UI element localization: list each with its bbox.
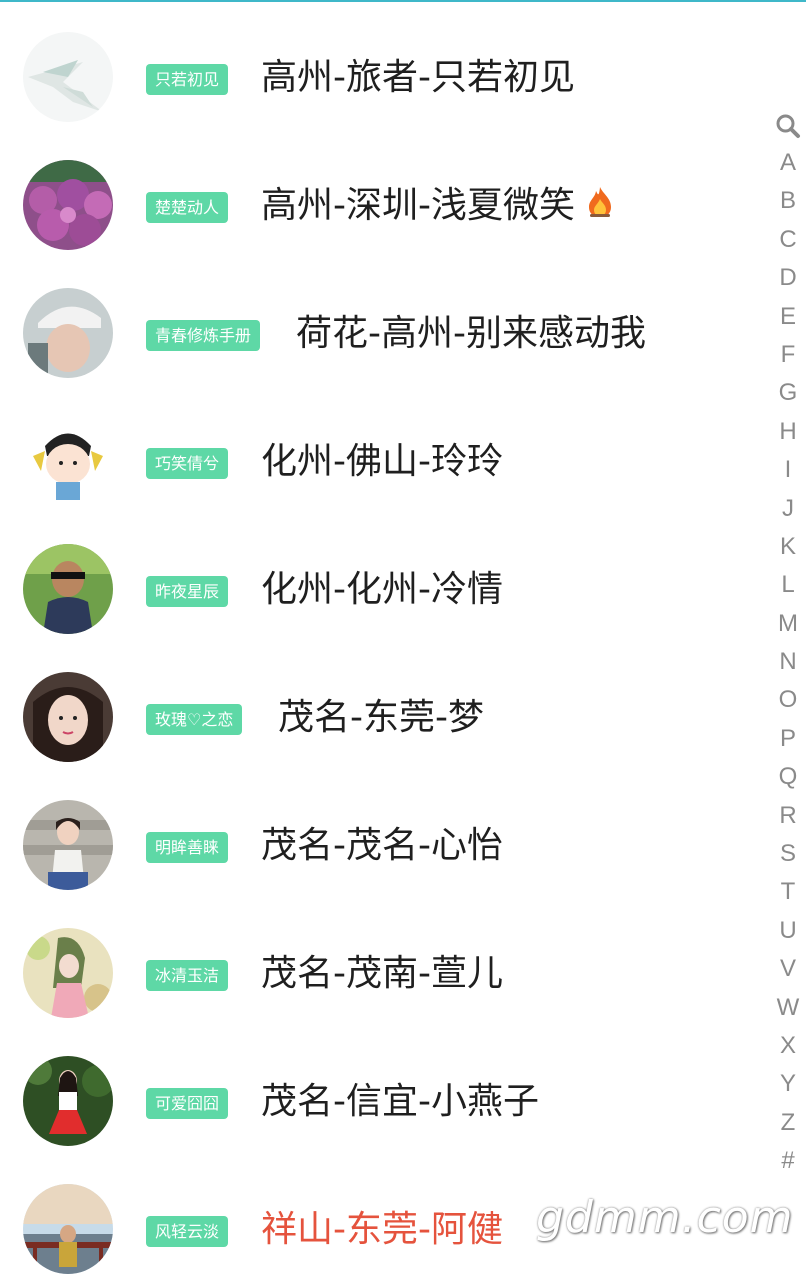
index-letter[interactable]: G [777, 374, 800, 412]
index-letter[interactable]: K [777, 528, 800, 566]
avatar [23, 160, 113, 250]
contact-name: 茂名-信宜-小燕子 [261, 1081, 539, 1122]
contact-name: 祥山-东莞-阿健 [261, 1209, 503, 1250]
contact-name: 化州-佛山-玲玲 [261, 441, 503, 482]
index-letter[interactable]: I [777, 451, 800, 489]
avatar [23, 672, 113, 762]
avatar [23, 800, 113, 890]
contact-name: 高州-深圳-浅夏微笑 [261, 180, 613, 232]
index-letter[interactable]: V [777, 950, 800, 988]
avatar [23, 928, 113, 1018]
index-letter[interactable]: P [777, 720, 800, 758]
index-letter[interactable]: R [777, 797, 800, 835]
nickname-tag: 巧笑倩兮 [146, 448, 229, 479]
nickname-tag: 玫瑰♡之恋 [146, 704, 243, 735]
watermark-text: gdmm.com [536, 1192, 794, 1243]
index-letter[interactable]: Z [777, 1104, 800, 1142]
avatar [23, 1184, 113, 1274]
index-letter[interactable]: U [777, 912, 800, 950]
index-letter[interactable]: B [777, 182, 800, 220]
contact-row[interactable]: 巧笑倩兮 化州-佛山-玲玲 [0, 386, 760, 514]
index-letter[interactable]: T [777, 873, 800, 911]
index-letter[interactable]: J [777, 490, 800, 528]
contact-row[interactable]: 可爱囧囧 茂名-信宜-小燕子 [0, 1026, 760, 1154]
contact-row[interactable]: 玫瑰♡之恋 茂名-东莞-梦 [0, 642, 760, 770]
index-letter[interactable]: # [777, 1142, 800, 1180]
contact-name: 荷花-高州-别来感动我 [296, 313, 646, 354]
index-letter[interactable]: F [777, 336, 800, 374]
nickname-tag: 楚楚动人 [146, 192, 229, 223]
index-letter[interactable]: Y [777, 1065, 800, 1103]
avatar [23, 416, 113, 506]
index-letter[interactable]: X [777, 1027, 800, 1065]
contact-row[interactable]: 明眸善睐 茂名-茂名-心怡 [0, 770, 760, 898]
nickname-tag: 昨夜星辰 [146, 576, 229, 607]
index-letter[interactable]: Q [777, 758, 800, 796]
alphabet-index-bar[interactable]: A B C D E F G H I J K L M N O P Q R S T U V W X Y Z # [770, 108, 806, 1181]
index-letter[interactable]: H [777, 413, 800, 451]
nickname-tag: 冰清玉洁 [146, 960, 229, 991]
contact-name: 茂名-东莞-梦 [278, 697, 484, 738]
contact-name: 高州-旅者-只若初见 [261, 57, 575, 98]
contact-row[interactable]: 青春修炼手册 荷花-高州-别来感动我 [0, 258, 760, 386]
index-letter[interactable]: N [777, 643, 800, 681]
index-letter[interactable]: A [777, 144, 800, 182]
index-letter[interactable]: O [777, 681, 800, 719]
contact-list: 只若初见 高州-旅者-只若初见 楚楚动人 高州-深圳-浅夏微笑 青春修炼手册 荷… [0, 2, 760, 1282]
nickname-tag: 风轻云淡 [146, 1216, 229, 1247]
avatar [23, 32, 113, 122]
index-letter[interactable]: L [777, 566, 800, 604]
contact-row[interactable]: 昨夜星辰 化州-化州-冷情 [0, 514, 760, 642]
nickname-tag: 明眸善睐 [146, 832, 229, 863]
contact-row[interactable]: 楚楚动人 高州-深圳-浅夏微笑 [0, 130, 760, 258]
contact-row[interactable]: 冰清玉洁 茂名-茂南-萱儿 [0, 898, 760, 1026]
index-letter[interactable]: W [777, 989, 800, 1027]
nickname-tag: 可爱囧囧 [146, 1088, 229, 1119]
contact-row[interactable]: 只若初见 高州-旅者-只若初见 [0, 2, 760, 130]
index-letter[interactable]: S [777, 835, 800, 873]
search-icon[interactable] [775, 108, 801, 144]
nickname-tag: 只若初见 [146, 64, 229, 95]
contact-name: 茂名-茂名-心怡 [261, 825, 503, 866]
index-letter[interactable]: E [777, 298, 800, 336]
avatar [23, 1056, 113, 1146]
index-letter[interactable]: C [777, 221, 800, 259]
nickname-tag: 青春修炼手册 [146, 320, 261, 351]
index-letter[interactable]: D [777, 259, 800, 297]
contact-name: 茂名-茂南-萱儿 [261, 953, 503, 994]
index-letter[interactable]: M [777, 605, 800, 643]
avatar [23, 288, 113, 378]
avatar [23, 544, 113, 634]
contact-name: 化州-化州-冷情 [261, 569, 503, 610]
fire-icon [587, 181, 613, 233]
